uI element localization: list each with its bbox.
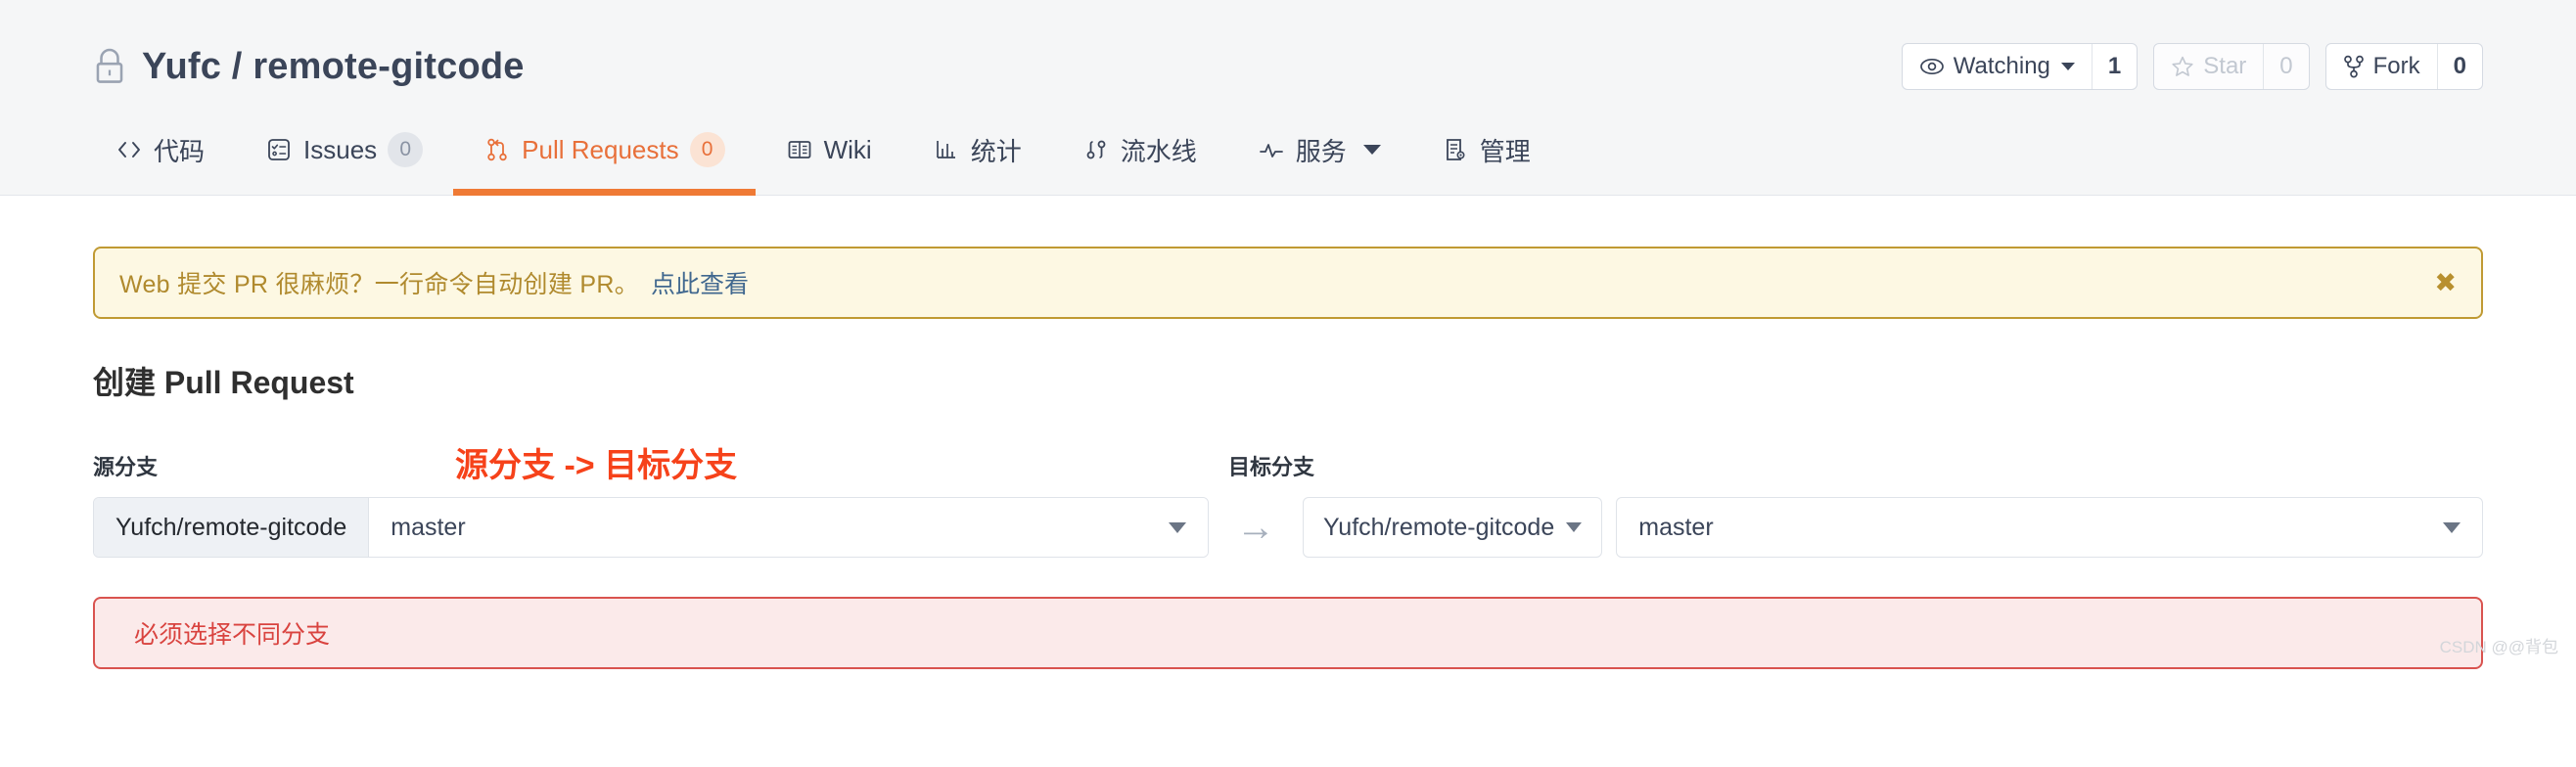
tab-pull-requests-badge: 0 bbox=[689, 132, 725, 167]
repo-header: Yufc / remote-gitcode Watching 1 Star 0 … bbox=[0, 0, 2576, 196]
chevron-down-icon bbox=[2060, 63, 2075, 70]
chevron-down-icon bbox=[2443, 521, 2461, 533]
watermark: CSDN @@背包 bbox=[2439, 638, 2558, 656]
tab-management-label: 管理 bbox=[1479, 136, 1531, 166]
annotation-text: 源分支 -> 目标分支 bbox=[455, 447, 738, 484]
source-branch-value: master bbox=[391, 513, 466, 541]
eye-icon bbox=[1919, 58, 1944, 75]
fork-count: 0 bbox=[2436, 44, 2482, 89]
repo-title-row: Yufc / remote-gitcode Watching 1 Star 0 … bbox=[0, 0, 2576, 104]
tab-wiki[interactable]: Wiki bbox=[756, 104, 902, 196]
close-icon[interactable]: ✖ bbox=[2434, 269, 2457, 296]
tab-pull-requests-label: Pull Requests bbox=[522, 134, 679, 164]
tab-code-label: 代码 bbox=[154, 136, 206, 166]
main-content: Web 提交 PR 很麻烦？一行命令自动创建 PR。 点此查看 ✖ 创建 Pul… bbox=[0, 247, 2576, 669]
watching-label: Watching bbox=[1953, 53, 2050, 79]
tab-services[interactable]: 服务 bbox=[1227, 104, 1411, 196]
nav-tabs: 代码 Issues 0 Pull Requests 0 Wiki 统计 流水线 … bbox=[0, 104, 2576, 196]
pipeline-icon bbox=[1086, 140, 1106, 159]
chevron-down-icon bbox=[1362, 145, 1381, 155]
source-branch-combo: Yufch/remote-gitcode master bbox=[93, 497, 1209, 558]
fork-button[interactable]: Fork 0 bbox=[2324, 43, 2483, 90]
activity-icon bbox=[1259, 144, 1283, 158]
tab-code[interactable]: 代码 bbox=[93, 104, 235, 196]
branch-selectors-row: Yufch/remote-gitcode master → Yufch/remo… bbox=[93, 497, 2483, 558]
page-title: Yufc / remote-gitcode bbox=[142, 45, 525, 87]
error-message-box: 必须选择不同分支 bbox=[93, 597, 2483, 669]
promo-banner: Web 提交 PR 很麻烦？一行命令自动创建 PR。 点此查看 ✖ bbox=[93, 247, 2483, 319]
lock-icon bbox=[96, 48, 123, 83]
target-repo-value: Yufch/remote-gitcode bbox=[1323, 513, 1555, 541]
target-branch-value: master bbox=[1638, 513, 1714, 541]
tab-issues-badge: 0 bbox=[388, 132, 424, 167]
tab-management[interactable]: 管理 bbox=[1411, 104, 1561, 196]
source-branch-select[interactable]: master bbox=[369, 498, 1208, 557]
chart-icon bbox=[936, 141, 955, 158]
issues-icon bbox=[268, 139, 290, 160]
source-repo-name: Yufch/remote-gitcode bbox=[94, 498, 370, 557]
branch-labels-row: 源分支 目标分支 bbox=[93, 448, 2483, 481]
settings-doc-icon bbox=[1446, 139, 1465, 160]
tab-services-label: 服务 bbox=[1295, 136, 1347, 166]
promo-banner-text: Web 提交 PR 很麻烦？一行命令自动创建 PR。 bbox=[119, 271, 639, 298]
target-repo-select[interactable]: Yufch/remote-gitcode bbox=[1303, 497, 1603, 558]
tab-pull-requests[interactable]: Pull Requests 0 bbox=[453, 104, 757, 196]
fork-icon bbox=[2343, 55, 2364, 78]
tab-pipeline[interactable]: 流水线 bbox=[1052, 104, 1227, 196]
star-count: 0 bbox=[2263, 44, 2308, 89]
pull-request-icon bbox=[487, 138, 507, 161]
tab-issues-label: Issues bbox=[303, 134, 378, 164]
star-button[interactable]: Star 0 bbox=[2153, 43, 2310, 90]
target-branch-label: 目标分支 bbox=[1228, 455, 1315, 479]
tab-statistics[interactable]: 统计 bbox=[902, 104, 1052, 196]
star-button-main[interactable]: Star bbox=[2154, 44, 2263, 89]
fork-label: Fork bbox=[2372, 53, 2420, 79]
target-branch-select[interactable]: master bbox=[1616, 497, 2483, 558]
chevron-down-icon bbox=[1169, 521, 1186, 533]
watching-button-main[interactable]: Watching bbox=[1903, 44, 2092, 89]
tab-statistics-label: 统计 bbox=[970, 136, 1022, 166]
wiki-icon bbox=[788, 141, 810, 158]
error-message-text: 必须选择不同分支 bbox=[134, 621, 331, 649]
star-icon bbox=[2172, 56, 2193, 76]
repo-actions: Watching 1 Star 0 Fork 0 bbox=[1901, 43, 2483, 90]
arrow-right-icon: → bbox=[1236, 506, 1275, 549]
star-label: Star bbox=[2203, 53, 2247, 79]
watching-count: 1 bbox=[2091, 44, 2137, 89]
create-pr-heading: 创建 Pull Request bbox=[93, 365, 354, 400]
tab-issues[interactable]: Issues 0 bbox=[235, 104, 453, 196]
promo-banner-link[interactable]: 点此查看 bbox=[651, 265, 749, 300]
fork-button-main[interactable]: Fork bbox=[2326, 44, 2437, 89]
chevron-down-icon bbox=[1566, 522, 1583, 532]
tab-wiki-label: Wiki bbox=[823, 134, 872, 164]
tab-pipeline-label: 流水线 bbox=[1120, 136, 1197, 166]
code-icon bbox=[118, 142, 140, 158]
watching-button[interactable]: Watching 1 bbox=[1901, 43, 2139, 90]
branch-selection-area: 源分支 -> 目标分支 源分支 目标分支 Yufch/remote-gitcod… bbox=[93, 447, 2483, 558]
